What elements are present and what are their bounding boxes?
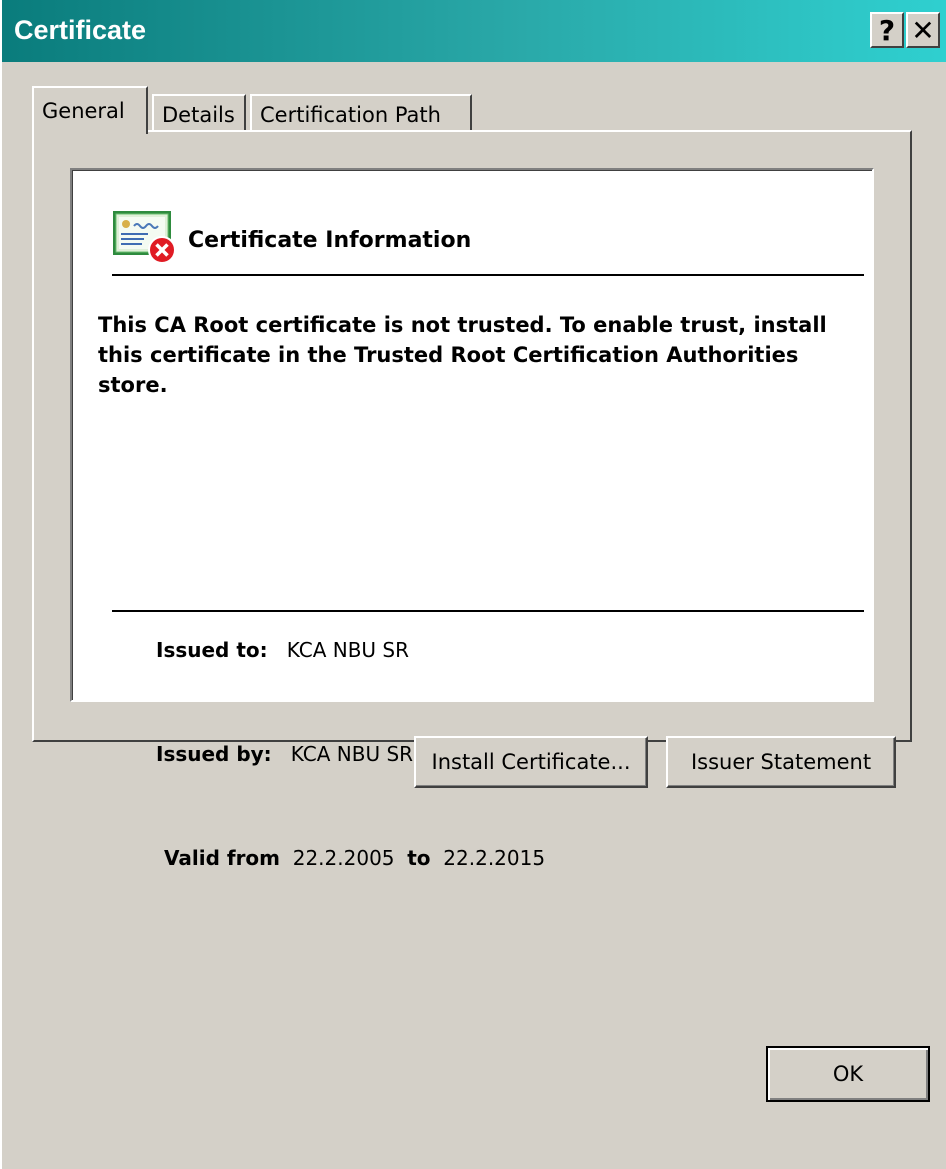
certificate-info-box: Certificate Information This CA Root cer… xyxy=(70,168,874,870)
close-icon: ✕ xyxy=(911,13,935,47)
certificate-error-icon xyxy=(113,211,176,264)
tab-certification-path-label: Certification Path xyxy=(260,103,441,127)
issued-to-value: KCA NBU SR xyxy=(286,638,410,662)
issuer-statement-button[interactable]: Issuer Statement xyxy=(666,736,896,788)
tab-details[interactable]: Details xyxy=(152,94,246,134)
tab-general-label: General xyxy=(42,99,125,123)
valid-from-value: 22.2.2005 xyxy=(292,846,395,870)
help-button[interactable]: ? xyxy=(870,12,904,48)
issued-by-row: Issued by: KCA NBU SR xyxy=(156,740,413,768)
general-tab-panel: Certificate Information This CA Root cer… xyxy=(32,130,912,870)
issued-by-value: KCA NBU SR xyxy=(290,742,414,766)
issued-to-label: Issued to: xyxy=(156,638,268,662)
ok-label: OK xyxy=(832,1062,864,1086)
divider xyxy=(112,610,864,612)
install-certificate-label: Install Certificate... xyxy=(431,750,631,774)
divider xyxy=(112,274,864,276)
issued-by-label: Issued by: xyxy=(156,742,272,766)
valid-from-label: Valid from xyxy=(164,846,281,870)
install-certificate-button[interactable]: Install Certificate... xyxy=(414,736,648,788)
trust-warning-text: This CA Root certificate is not trusted.… xyxy=(98,313,827,397)
certificate-information-heading: Certificate Information xyxy=(188,228,472,253)
valid-to-value: 22.2.2015 xyxy=(443,846,546,870)
title-bar[interactable]: Certificate ? ✕ xyxy=(2,0,946,62)
valid-to-label: to xyxy=(407,846,431,870)
certificate-dialog: Certificate ? ✕ General Details Certific… xyxy=(0,0,946,1169)
window-title: Certificate xyxy=(14,15,147,45)
help-icon: ? xyxy=(878,13,896,47)
tab-general[interactable]: General xyxy=(32,86,148,134)
close-button[interactable]: ✕ xyxy=(906,12,940,48)
issuer-statement-label: Issuer Statement xyxy=(690,750,872,774)
tab-details-label: Details xyxy=(162,103,235,127)
ok-button[interactable]: OK xyxy=(766,1046,930,1102)
tab-certification-path[interactable]: Certification Path xyxy=(250,94,472,134)
validity-row: Valid from 22.2.2005 to 22.2.2015 xyxy=(164,844,545,872)
issued-to-row: Issued to: KCA NBU SR xyxy=(156,636,409,664)
